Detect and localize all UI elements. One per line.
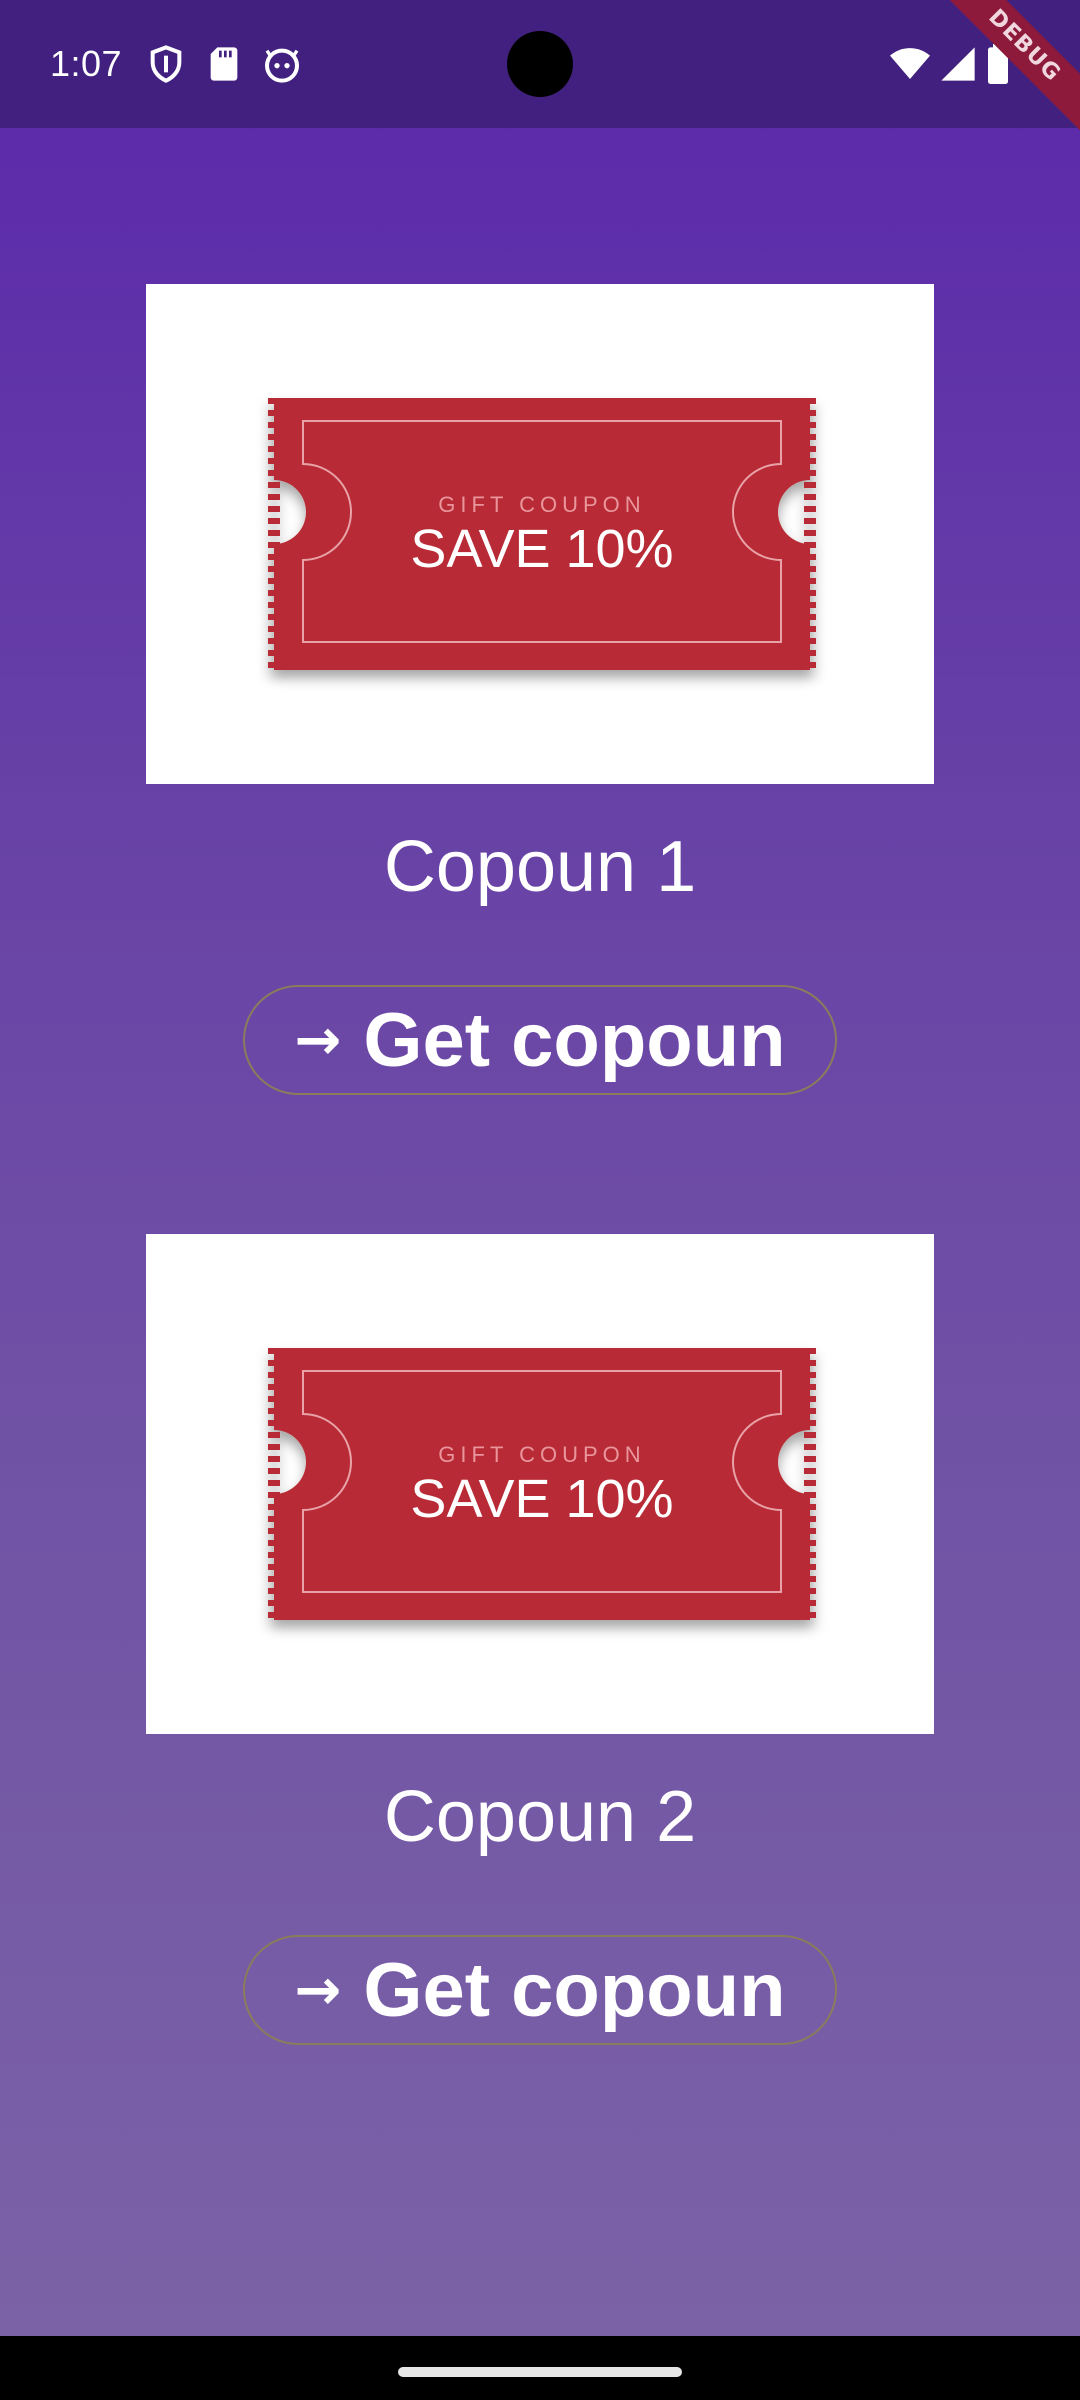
status-bar: 1:07 DEBUG: [0, 0, 1080, 145]
get-coupon-button-1[interactable]: → Get copoun: [243, 985, 837, 1095]
coupon-title-2: Copoun 2: [383, 1777, 697, 1857]
ticket-big-text: SAVE 10%: [410, 519, 673, 579]
coupon-image-1: GIFT COUPON SAVE 10%: [146, 284, 934, 784]
home-gesture-handle[interactable]: [398, 2367, 682, 2377]
android-face-icon: [262, 44, 302, 84]
ticket-small-text: GIFT COUPON: [438, 492, 645, 517]
get-coupon-label: Get copoun: [363, 997, 786, 1083]
sd-card-icon: [204, 44, 244, 84]
wifi-icon: [888, 44, 932, 84]
ticket-small-text: GIFT COUPON: [438, 1442, 645, 1467]
get-coupon-label: Get copoun: [363, 1947, 786, 2033]
ticket-big-text: SAVE 10%: [410, 1469, 673, 1529]
signal-icon: [938, 44, 978, 84]
arrow-right-icon: →: [294, 1007, 342, 1073]
app-screen: 1:07 DEBUG GIFT COUPON SAVE 10% Copoun 1…: [0, 0, 1080, 2336]
status-time: 1:07: [50, 43, 123, 84]
arrow-right-icon: →: [294, 1957, 342, 2023]
coupon-image-2: GIFT COUPON SAVE 10%: [146, 1234, 934, 1734]
get-coupon-button-2[interactable]: → Get copoun: [243, 1935, 837, 2045]
coupon-title-1: Copoun 1: [383, 827, 697, 907]
shield-icon: [146, 44, 186, 84]
navigation-bar: [0, 2336, 1080, 2400]
camera-cutout: [507, 31, 573, 97]
